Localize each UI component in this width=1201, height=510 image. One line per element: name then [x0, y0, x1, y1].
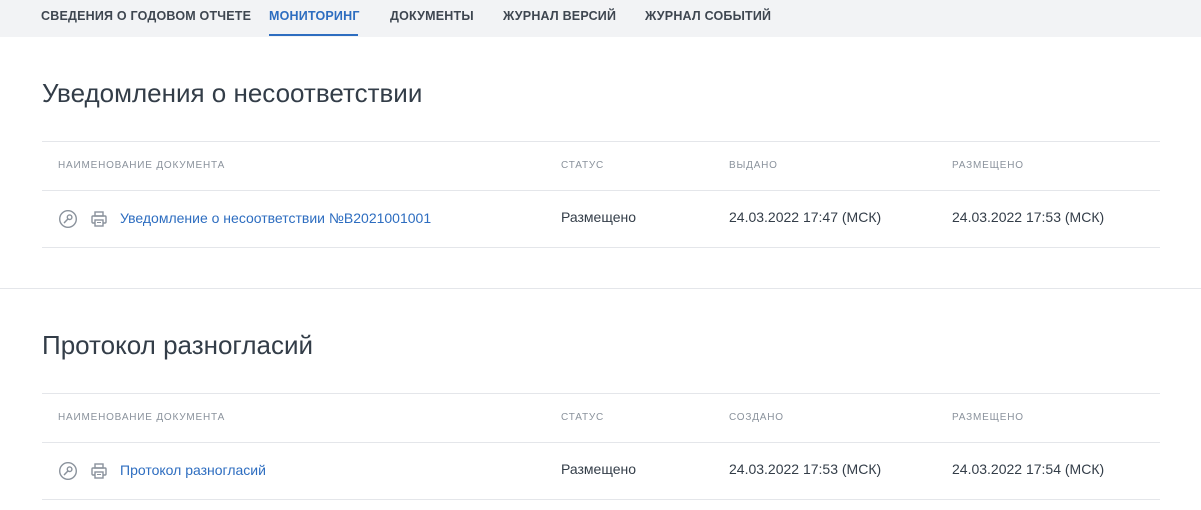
print-icon[interactable] [89, 461, 109, 481]
table-header-divider [42, 190, 1160, 191]
issued-date: 24.03.2022 17:47 (МСК) [729, 209, 882, 225]
table-top-divider [42, 141, 1160, 142]
signature-icon[interactable] [58, 461, 78, 481]
column-header-status: СТАТУС [561, 160, 605, 171]
placed-date: 24.03.2022 17:53 (МСК) [952, 209, 1105, 225]
column-header-created: СОЗДАНО [729, 412, 784, 423]
section-title-disagreement-protocol: Протокол разногласий [42, 330, 314, 360]
column-header-document-name: НАИМЕНОВАНИЕ ДОКУМЕНТА [58, 160, 226, 171]
section-divider [0, 288, 1201, 289]
tab-event-log[interactable]: ЖУРНАЛ СОБЫТИЙ [645, 9, 771, 23]
tab-version-log[interactable]: ЖУРНАЛ ВЕРСИЙ [503, 9, 616, 23]
document-link[interactable]: Уведомление о несоответствии №B202100100… [120, 210, 431, 226]
signature-icon[interactable] [58, 209, 78, 229]
column-header-placed: РАЗМЕЩЕНО [952, 160, 1024, 171]
table-bottom-divider [42, 247, 1160, 248]
column-header-issued: ВЫДАНО [729, 160, 778, 171]
status-value: Размещено [561, 461, 636, 477]
column-header-status: СТАТУС [561, 412, 605, 423]
section-title-notifications: Уведомления о несоответствии [42, 78, 423, 108]
status-value: Размещено [561, 209, 636, 225]
table-top-divider [42, 393, 1160, 394]
created-date: 24.03.2022 17:53 (МСК) [729, 461, 882, 477]
placed-date: 24.03.2022 17:54 (МСК) [952, 461, 1105, 477]
tab-annual-report-info[interactable]: СВЕДЕНИЯ О ГОДОВОМ ОТЧЕТЕ [41, 9, 251, 23]
tab-bar: СВЕДЕНИЯ О ГОДОВОМ ОТЧЕТЕ МОНИТОРИНГ ДОК… [0, 0, 1201, 37]
print-icon[interactable] [89, 209, 109, 229]
column-header-document-name: НАИМЕНОВАНИЕ ДОКУМЕНТА [58, 412, 226, 423]
table-header-divider [42, 442, 1160, 443]
column-header-placed: РАЗМЕЩЕНО [952, 412, 1024, 423]
active-tab-indicator [269, 34, 358, 36]
tab-documents[interactable]: ДОКУМЕНТЫ [390, 9, 474, 23]
table-bottom-divider [42, 499, 1160, 500]
document-link[interactable]: Протокол разногласий [120, 462, 266, 478]
tab-monitoring[interactable]: МОНИТОРИНГ [269, 9, 360, 23]
